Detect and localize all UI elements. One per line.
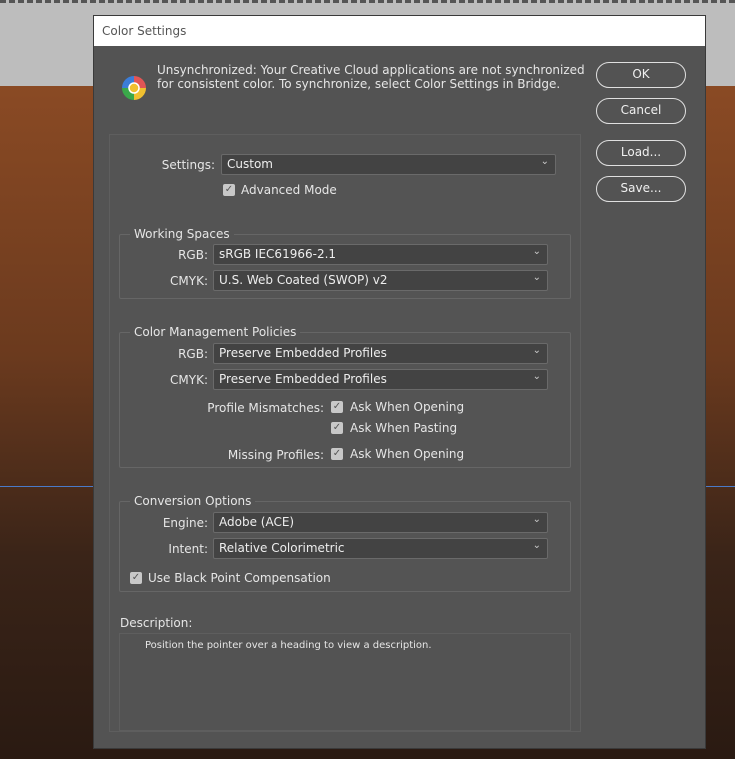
chevron-down-icon: ⌄	[540, 156, 549, 167]
save-button[interactable]: Save...	[596, 176, 686, 202]
policy-rgb-label: RGB:	[178, 347, 208, 361]
working-rgb-value: sRGB IEC61966-2.1	[219, 247, 337, 261]
intent-value: Relative Colorimetric	[219, 541, 345, 555]
cmyk-label: CMYK:	[170, 274, 208, 288]
working-cmyk-select[interactable]: U.S. Web Coated (SWOP) v2 ⌄	[213, 270, 548, 291]
policy-cmyk-label: CMYK:	[170, 373, 208, 387]
engine-value: Adobe (ACE)	[219, 515, 295, 529]
working-cmyk-value: U.S. Web Coated (SWOP) v2	[219, 273, 388, 287]
policy-cmyk-value: Preserve Embedded Profiles	[219, 372, 387, 386]
description-box: Position the pointer over a heading to v…	[119, 633, 571, 731]
advanced-mode-label: Advanced Mode	[241, 183, 337, 197]
mismatch-ask-opening-label: Ask When Opening	[350, 400, 465, 414]
mismatch-ask-opening-checkbox[interactable]: ✓	[331, 401, 343, 413]
black-point-checkbox[interactable]: ✓	[130, 572, 142, 584]
ok-button[interactable]: OK	[596, 62, 686, 88]
advanced-mode-checkbox[interactable]: ✓	[223, 184, 235, 196]
policy-rgb-select[interactable]: Preserve Embedded Profiles ⌄	[213, 343, 548, 364]
working-rgb-select[interactable]: sRGB IEC61966-2.1 ⌄	[213, 244, 548, 265]
working-spaces-group: Working Spaces RGB: sRGB IEC61966-2.1 ⌄ C…	[119, 227, 571, 299]
policies-title: Color Management Policies	[130, 325, 301, 339]
chevron-down-icon: ⌄	[532, 514, 541, 525]
policy-rgb-value: Preserve Embedded Profiles	[219, 346, 387, 360]
dialog-title: Color Settings	[94, 16, 705, 46]
working-spaces-title: Working Spaces	[130, 227, 234, 241]
chevron-down-icon: ⌄	[532, 540, 541, 551]
intent-label: Intent:	[168, 542, 208, 556]
policies-group: Color Management Policies RGB: Preserve …	[119, 325, 571, 468]
intent-select[interactable]: Relative Colorimetric ⌄	[213, 538, 548, 559]
description-label: Description:	[120, 616, 193, 630]
chevron-down-icon: ⌄	[532, 345, 541, 356]
chevron-down-icon: ⌄	[532, 246, 541, 257]
sync-status-icon	[120, 74, 148, 105]
description-text: Position the pointer over a heading to v…	[145, 640, 432, 651]
policy-cmyk-select[interactable]: Preserve Embedded Profiles ⌄	[213, 369, 548, 390]
settings-value: Custom	[227, 157, 273, 171]
mismatch-ask-pasting-label: Ask When Pasting	[350, 421, 458, 435]
mismatch-ask-pasting-checkbox[interactable]: ✓	[331, 422, 343, 434]
chevron-down-icon: ⌄	[532, 371, 541, 382]
missing-ask-opening-checkbox[interactable]: ✓	[331, 448, 343, 460]
sync-message: Unsynchronized: Your Creative Cloud appl…	[157, 63, 585, 91]
color-settings-dialog: Color Settings Unsynchronized: Your Crea…	[93, 15, 706, 749]
engine-select[interactable]: Adobe (ACE) ⌄	[213, 512, 548, 533]
conversion-group: Conversion Options Engine: Adobe (ACE) ⌄ …	[119, 494, 571, 592]
missing-ask-opening-label: Ask When Opening	[350, 447, 465, 461]
settings-select[interactable]: Custom ⌄	[221, 154, 556, 175]
conversion-title: Conversion Options	[130, 494, 256, 508]
engine-label: Engine:	[162, 516, 208, 530]
missing-profiles-label: Missing Profiles:	[227, 448, 324, 462]
chevron-down-icon: ⌄	[532, 272, 541, 283]
rgb-label: RGB:	[178, 248, 208, 262]
settings-panel: Settings: Custom ⌄ ✓ Advanced Mode Workin…	[109, 134, 581, 732]
black-point-label: Use Black Point Compensation	[148, 571, 331, 585]
cancel-button[interactable]: Cancel	[596, 98, 686, 124]
load-button[interactable]: Load...	[596, 140, 686, 166]
settings-label: Settings:	[161, 158, 215, 172]
profile-mismatches-label: Profile Mismatches:	[207, 401, 324, 415]
